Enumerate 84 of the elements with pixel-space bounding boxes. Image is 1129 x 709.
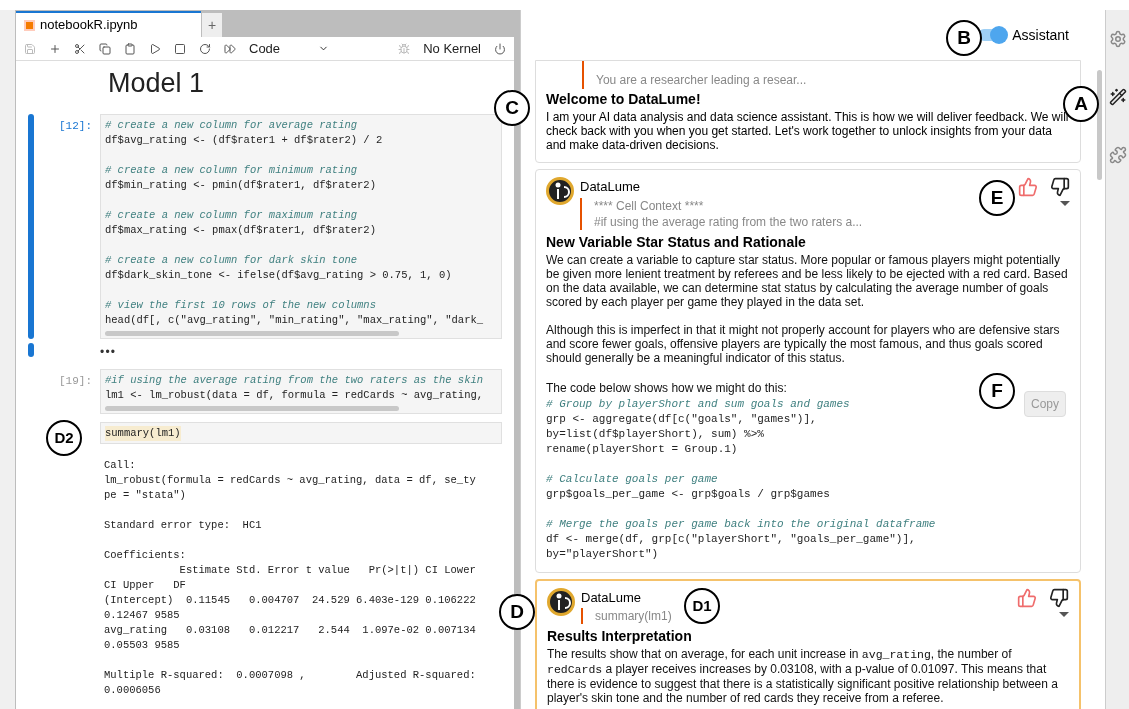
cell-context: **** Cell Context **** [594,197,704,214]
scissors-icon[interactable] [74,42,86,55]
code-comment: # create a new column for maximum rating [105,207,358,223]
code-comment: # Merge the goals per game back into the original dataframe [546,516,936,532]
code-comment: #if using the average rating from the two raters as the skin [105,372,484,388]
logo-icon [546,177,574,205]
message-paragraph: Although this is imperfect in that it might not properly account for players who are defensive stars and score fewer goals, offensive players are typically the most famous, and thus goals scored should generally be a meaningful indicator of this status. [546,322,1061,365]
logo-icon [547,587,575,616]
caret-icon[interactable] [1059,611,1069,617]
code-line: by="playerShort") [546,546,659,562]
cell-context: #if using the average rating from the two raters a... [594,213,863,230]
code-comment: # create a new column for average rating [105,117,358,133]
code-comment: # create a new column for dark skin tone [105,252,358,268]
notebook-heading: Model 1 [108,67,206,100]
code-line: rename(playerShort = Group.1) [546,441,738,457]
sender-name: DataLume [580,178,640,196]
code-line: Coefficients: [104,547,186,563]
code-comment: # create a new column for minimum rating [105,162,358,178]
message-paragraph: We can create a variable to capture star status. More popular or famous players might potentially be given more lenient treatment by referees and be less likely to be ejected with a red card. Based on the data available, we can determine stat status by calculating the average number of goals scored by each player per game they played in the data set. [546,252,1069,309]
code-line: avg_rating 0.03108 0.012217 2.544 1.097e-02 0.007134 [104,622,476,638]
code-line: df$dark_skin_tone <- ifelse(df$avg_rating > 0.75, 1, 0) [105,267,452,283]
thumbs-up-icon[interactable] [1018,177,1038,197]
stop-icon[interactable] [174,42,186,55]
code-comment: # Calculate goals per game [546,471,718,487]
code-line: 0.05503 9585 [104,637,180,653]
code-line: 0.0006056 [104,682,161,698]
settings-icon[interactable] [1108,30,1127,48]
kernel-status-icon [494,42,506,55]
horizontal-scrollbar[interactable] [105,405,399,411]
welcome-title: Welcome to DataLume! [546,90,702,109]
cell-type-dropdown[interactable]: Code [249,38,329,59]
code-line: Call: [104,457,136,473]
thumbs-down-icon[interactable] [1049,587,1069,608]
caret-icon[interactable] [1060,201,1070,206]
cell-prompt: [12]: [58,118,92,134]
message-paragraph: The results show that on average, for each unit increase in avg_rating, the number of redCards a player receives increases by 0.03108, with a p-value of 0.01097. This means that there is evidence to suggest that there is a statistically significant positive relationship between a player's skin tone and the number of red cards they receive from a referee. [547,647,1059,705]
vertical-scrollbar[interactable] [1097,70,1102,180]
code-line: 0.12467 9585 [104,607,180,623]
thumbs-up-icon[interactable] [1017,587,1037,608]
cell-context: You are a researcher leading a resear... [596,72,808,89]
code-intro: The code below shows how we might do this: [546,379,787,397]
code-line: df$max_rating <- pmax(df$rater1, df$rater2) [105,222,376,238]
code-line: grp$goals_per_game <- grp$goals / grp$games [546,486,830,502]
clipboard-icon[interactable] [124,42,136,55]
copy-icon[interactable] [99,42,111,55]
code-comment: # Group by playerShort and sum goals and games [546,396,850,412]
wand-icon[interactable] [1108,88,1127,106]
code-line: Standard error type: HC1 [104,517,262,533]
code-line: lm1 <- lm_robust(data = df, formula = redCards ~ avg_rating, [105,387,484,403]
puzzle-icon[interactable] [1108,146,1127,164]
code-line: Estimate Std. Error t value Pr(>|t|) CI Lower [178,562,476,578]
code-line: Multiple R-squared: 0.0007098 , Adjusted R-squared: [104,667,476,683]
code-line: df <- merge(df, grp[c("playerShort", "goals_per_game")], [546,531,916,547]
play-icon[interactable] [149,42,161,55]
sender-name: DataLume [581,588,641,607]
collapsed-output[interactable]: ••• [100,342,117,361]
code-line: df$avg_rating <- (df$rater1 + df$rater2) / 2 [105,132,383,148]
code-line: pe = "stata") [104,487,186,503]
cell-prompt: [19]: [58,373,92,389]
message-title: New Variable Star Status and Rationale [546,232,807,252]
horizontal-scrollbar[interactable] [105,330,399,336]
thumbs-down-icon[interactable] [1050,177,1070,197]
code-cell[interactable] [100,113,502,339]
new-tab-button[interactable]: + [202,13,222,37]
assistant-toggle[interactable] [978,29,1007,41]
notebook-icon [24,19,35,31]
code-line: lm_robust(formula = redCards ~ avg_rating, data = df, se_ty [104,472,476,488]
code-line: df$min_rating <- pmin(df$rater1, df$rater2) [105,177,376,193]
plus-icon[interactable] [49,42,61,55]
code-line: by=list(df$playerShort), sum) %>% [546,426,764,442]
code-line: head(df[, c("avg_rating", "min_rating", "max_rating", "dark_ [105,312,484,328]
refresh-icon[interactable] [199,42,211,55]
code-line: (Intercept) 0.11545 0.004707 24.529 6.403e-129 0.106222 [104,592,476,608]
code-line: grp <- aggregate(df[c("goals", "games")], [546,411,817,427]
fast-forward-icon[interactable] [224,42,236,55]
message-title: Results Interpretation [547,627,693,646]
code-comment: # view the first 10 rows of the new columns [105,297,376,313]
code-line: CI Upper DF [104,577,186,593]
toggle-label: Assistant [1012,25,1069,45]
cell-context: summary(lm1) [595,608,672,624]
code-cell[interactable]: #if using the average rating from the two raters as the skin lm1 <- lm_robust(data = df, formula = redCards ~ avg_rating, [100,368,502,414]
kernel-name[interactable]: No Kernel [423,38,481,59]
code-cell[interactable]: summary(lm1) [100,421,502,444]
notebook-tab[interactable]: notebookR.ipynb [16,11,201,37]
